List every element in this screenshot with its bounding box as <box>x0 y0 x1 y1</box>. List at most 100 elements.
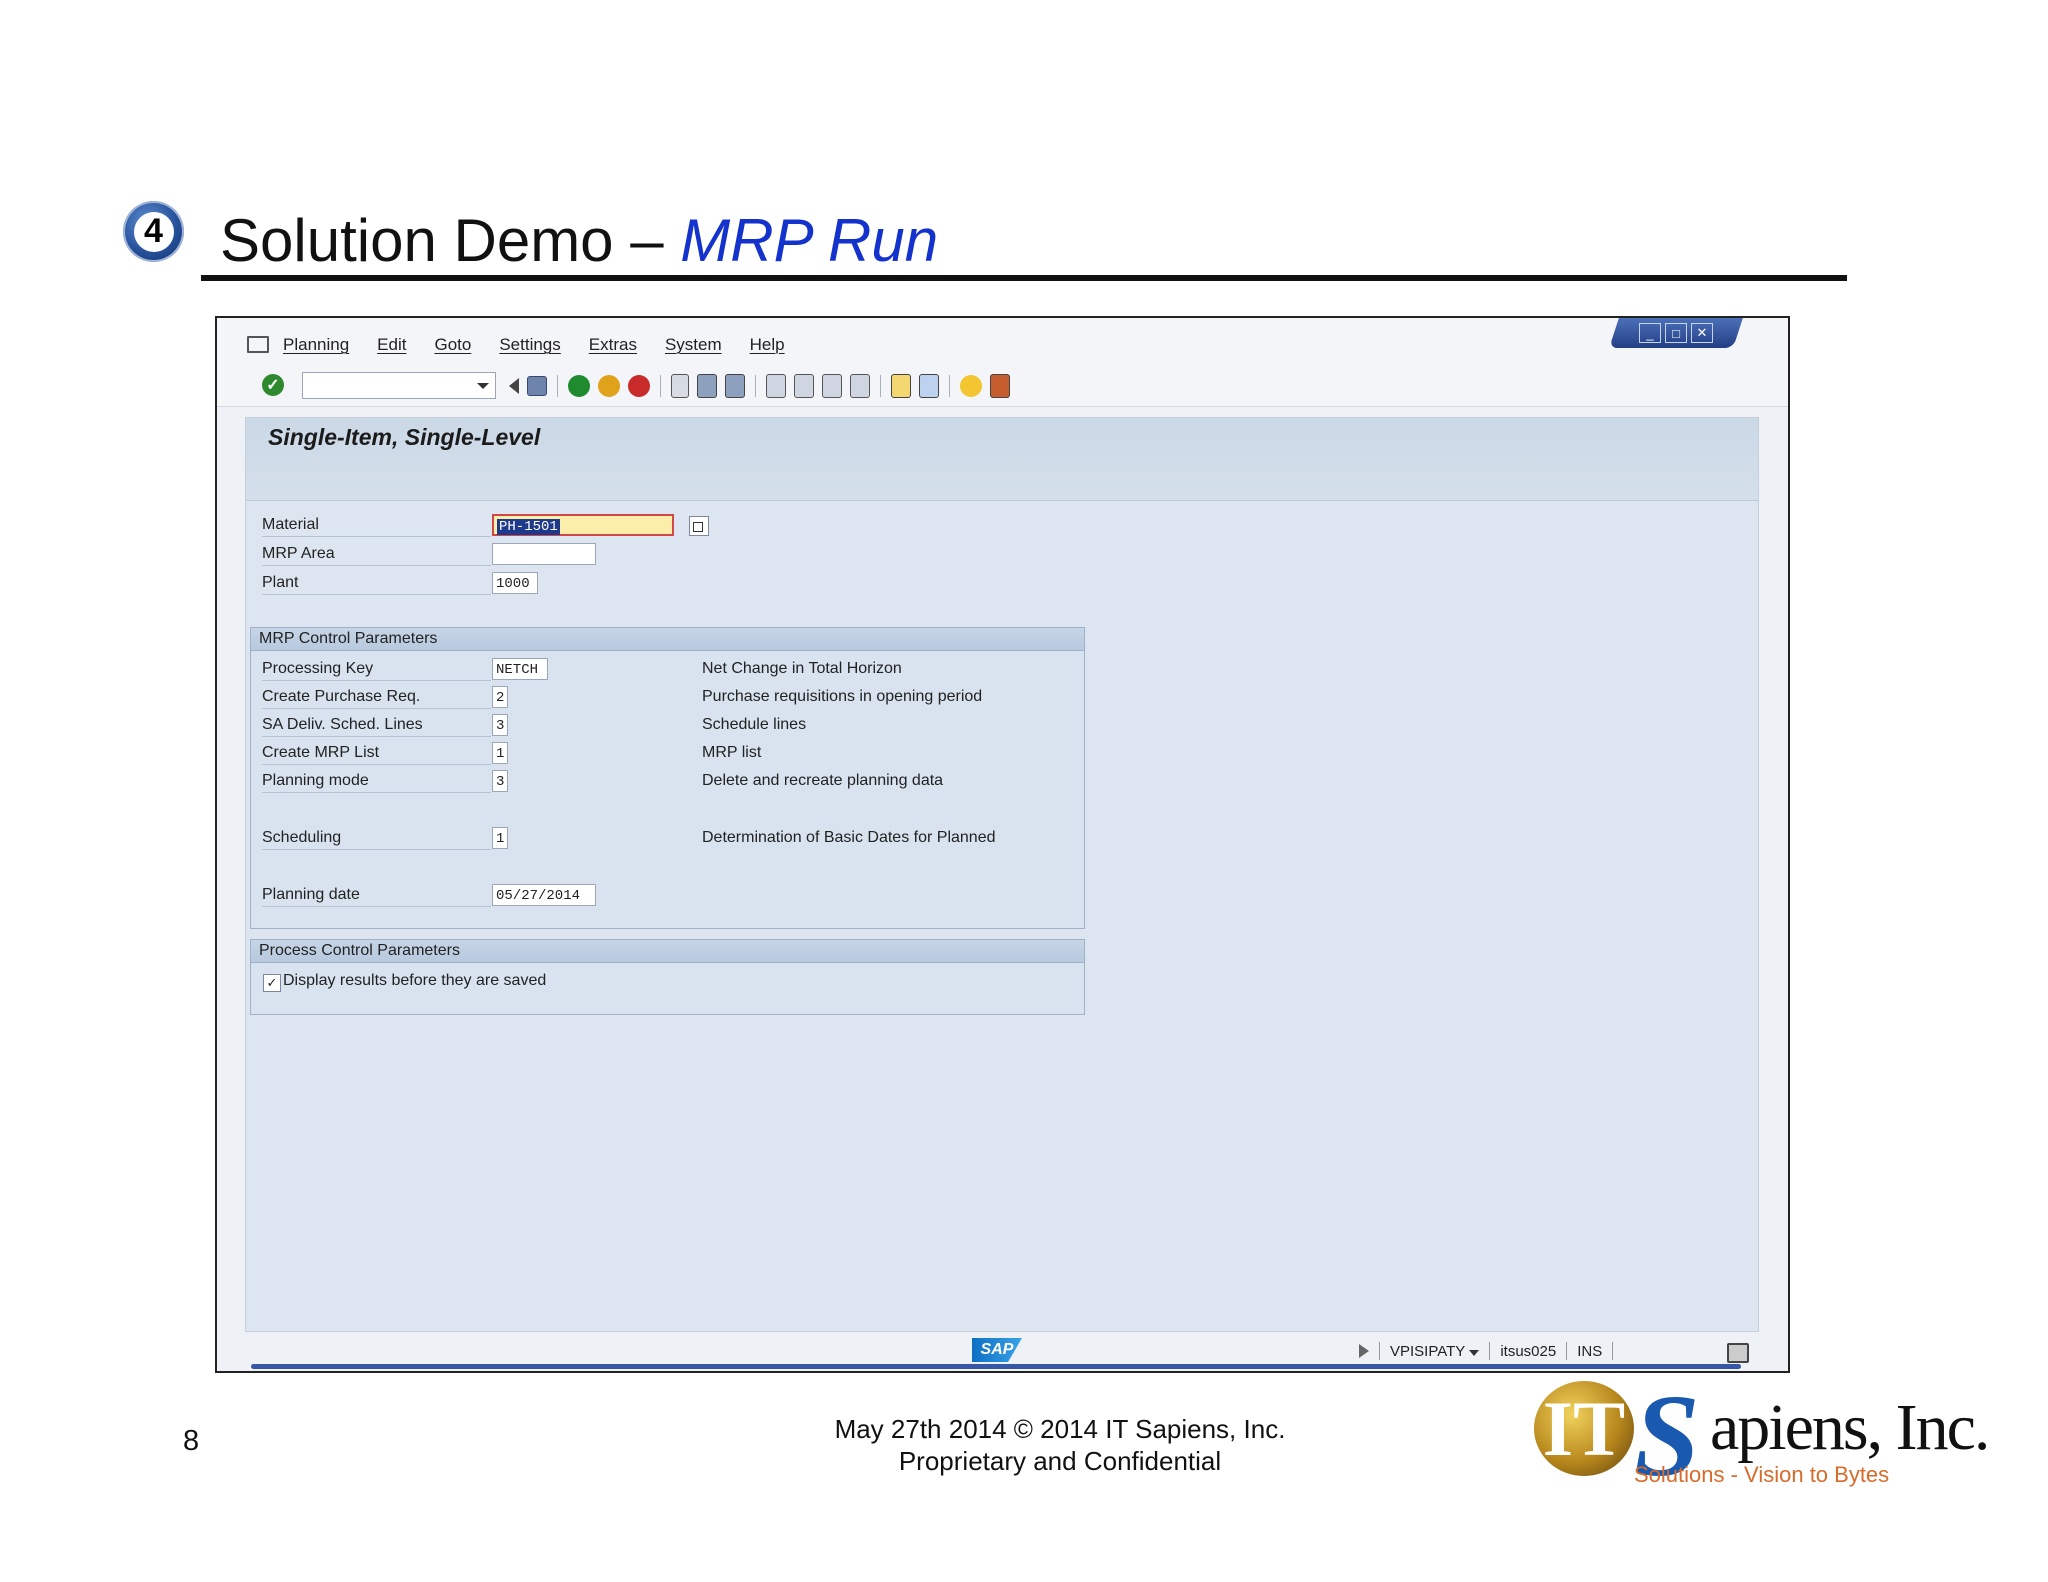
display-results-label: Display results before they are saved <box>283 972 547 989</box>
planning-mode-desc: Delete and recreate planning data <box>702 772 944 789</box>
group-title: Process Control Parameters <box>251 940 1084 963</box>
planning-mode-field[interactable]: 3 <box>492 770 508 792</box>
menu-help[interactable]: Help <box>750 335 785 355</box>
step-number-badge: 4 <box>123 201 184 262</box>
menu-system[interactable]: System <box>665 335 722 355</box>
previous-page-icon[interactable] <box>794 374 814 398</box>
slide-title-sub: MRP Run <box>680 207 939 274</box>
toolbar-separator <box>557 375 558 397</box>
purchase-req-label: Create Purchase Req. <box>262 688 491 709</box>
toolbar-separator <box>949 375 950 397</box>
menu-edit[interactable]: Edit <box>377 335 406 355</box>
status-separator <box>1489 1342 1491 1360</box>
system-name: VPISIPATY <box>1390 1342 1466 1360</box>
print-icon[interactable] <box>671 374 689 398</box>
sap-logo: SAP <box>972 1338 1022 1362</box>
purchase-req-field[interactable]: 2 <box>492 686 508 708</box>
sched-lines-desc: Schedule lines <box>702 716 807 733</box>
logo-it-emblem: IT <box>1534 1381 1634 1476</box>
back-arrow-icon[interactable] <box>509 378 519 394</box>
planning-date-field[interactable]: 05/27/2014 <box>492 884 596 906</box>
footer-text: May 27th 2014 © 2014 IT Sapiens, Inc. Pr… <box>760 1413 1360 1477</box>
menu-goto[interactable]: Goto <box>434 335 471 355</box>
window-controls: _ □ ✕ <box>1609 318 1743 348</box>
planning-date-row: Planning date 05/27/2014 <box>262 884 1062 908</box>
mrp-list-row: Create MRP List 1 MRP list <box>262 742 1062 766</box>
maximize-icon[interactable]: □ <box>1665 323 1687 343</box>
processing-key-label: Processing Key <box>262 660 491 681</box>
processing-key-field[interactable]: NETCH <box>492 658 548 680</box>
server-name: itsus025 <box>1500 1342 1557 1360</box>
first-page-icon[interactable] <box>766 374 786 398</box>
find-icon[interactable] <box>697 374 717 398</box>
material-label: Material <box>262 516 491 537</box>
status-separator <box>1379 1342 1380 1360</box>
enter-check-icon[interactable]: ✓ <box>262 374 284 396</box>
status-toggle-icon[interactable] <box>1359 1344 1369 1358</box>
exit-icon[interactable] <box>598 375 620 397</box>
system-info[interactable]: VPISIPATY <box>1390 1342 1480 1360</box>
scheduling-desc: Determination of Basic Dates for Planned <box>702 829 996 846</box>
menu-extras[interactable]: Extras <box>589 335 637 355</box>
scheduling-field[interactable]: 1 <box>492 827 508 849</box>
next-page-icon[interactable] <box>822 374 842 398</box>
standard-toolbar: ✓ <box>217 364 1788 407</box>
plant-label: Plant <box>262 574 491 595</box>
status-separator <box>1612 1342 1614 1360</box>
last-page-icon[interactable] <box>850 374 870 398</box>
planning-mode-row: Planning mode 3 Delete and recreate plan… <box>262 770 1062 794</box>
menu-bar: Planning Edit Goto Settings Extras Syste… <box>217 318 1788 365</box>
page-number: 8 <box>183 1425 200 1457</box>
material-field[interactable]: PH-1501 <box>492 514 674 536</box>
sched-lines-field[interactable]: 3 <box>492 714 508 736</box>
menu-planning[interactable]: Planning <box>283 335 349 355</box>
purchase-req-row: Create Purchase Req. 2 Purchase requisit… <box>262 686 1062 710</box>
footer-confidential: Proprietary and Confidential <box>898 1446 1222 1476</box>
screen-title: Single-Item, Single-Level <box>268 424 541 450</box>
menu-settings[interactable]: Settings <box>499 335 560 355</box>
display-results-row: ✓ Display results before they are saved <box>251 970 851 994</box>
minimize-icon[interactable]: _ <box>1639 323 1661 343</box>
command-field[interactable] <box>302 372 496 399</box>
title-underline <box>201 275 1847 281</box>
find-next-icon[interactable] <box>725 374 745 398</box>
slide-title-main: Solution Demo – <box>220 207 681 274</box>
mrp-list-field[interactable]: 1 <box>492 742 508 764</box>
mrp-control-parameters-group: MRP Control Parameters Processing Key NE… <box>250 627 1085 929</box>
matchcode-icon[interactable] <box>689 516 709 536</box>
cancel-icon[interactable] <box>628 375 650 397</box>
display-results-checkbox[interactable]: ✓ <box>263 974 281 992</box>
sap-window: Planning Edit Goto Settings Extras Syste… <box>215 316 1790 1373</box>
footer-date-copyright: May 27th 2014 © 2014 IT Sapiens, Inc. <box>834 1414 1286 1444</box>
toolbar-separator <box>660 375 661 397</box>
mrp-list-label: Create MRP List <box>262 744 491 765</box>
shortcut-icon[interactable] <box>919 374 939 398</box>
plant-row: Plant 1000 <box>262 572 862 596</box>
material-value: PH-1501 <box>497 519 560 535</box>
sched-lines-row: SA Deliv. Sched. Lines 3 Schedule lines <box>262 714 1062 738</box>
insert-mode: INS <box>1577 1342 1603 1360</box>
plant-field[interactable]: 1000 <box>492 572 538 594</box>
mrp-area-label: MRP Area <box>262 545 491 566</box>
chevron-down-icon[interactable] <box>1469 1349 1480 1356</box>
chevron-down-icon[interactable] <box>477 383 489 389</box>
lock-icon[interactable] <box>1727 1343 1749 1363</box>
logo-company-name: apiens, Inc. <box>1710 1391 1990 1464</box>
menu-icon[interactable] <box>247 336 269 353</box>
help-icon[interactable] <box>960 375 982 397</box>
close-icon[interactable]: ✕ <box>1691 323 1713 343</box>
back-icon[interactable] <box>568 375 590 397</box>
group-title: MRP Control Parameters <box>251 628 1084 651</box>
save-icon[interactable] <box>527 376 547 396</box>
create-session-icon[interactable] <box>891 374 911 398</box>
material-row: Material PH-1501 <box>262 514 862 538</box>
screen-title-bar: Single-Item, Single-Level <box>246 418 1758 501</box>
scheduling-label: Scheduling <box>262 829 491 850</box>
mrp-area-row: MRP Area <box>262 543 862 567</box>
screen-content: Single-Item, Single-Level Material PH-15… <box>245 417 1759 1332</box>
mrp-area-field[interactable] <box>492 543 596 565</box>
planning-mode-label: Planning mode <box>262 772 491 793</box>
status-separator <box>1566 1342 1568 1360</box>
customize-layout-icon[interactable] <box>990 374 1010 398</box>
processing-key-row: Processing Key NETCH Net Change in Total… <box>262 658 1062 682</box>
